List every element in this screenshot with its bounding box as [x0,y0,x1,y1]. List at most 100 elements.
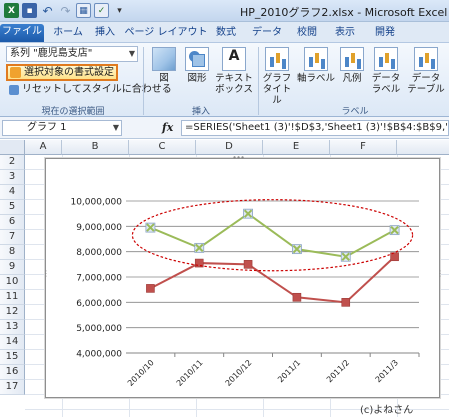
row-header[interactable]: 11 [0,290,25,305]
axis-titles-label: 軸ラベル [296,73,335,84]
quick-access-toolbar: X ▪ ↶ ↷ ▦ ✓ ▾ [4,3,127,18]
tab-formulas[interactable]: 数式 [211,25,241,42]
axis-titles-icon [304,47,328,71]
row-header[interactable]: 12 [0,305,25,320]
x-tick-label: 2010/12 [224,358,254,388]
axis-titles-button[interactable]: 軸ラベル [296,47,336,84]
column-header-a[interactable]: A [25,140,62,155]
tab-home[interactable]: ホーム [50,25,86,42]
chart-title-icon [265,47,289,71]
undo-icon[interactable]: ↶ [40,3,55,18]
chart-title-label-1: グラフ [262,73,292,84]
group-separator [258,47,259,115]
column-header-f[interactable]: F [330,140,397,155]
select-all-corner[interactable] [0,140,25,155]
series-line [150,212,396,258]
table-icon[interactable]: ▦ [76,3,91,18]
chart-area[interactable]: ∙∙∙ ⋮ ⋮ 4,000,000 5,000,000 6,000,000 7,000… [42,153,444,398]
resize-handle-top[interactable]: ∙∙∙ [232,153,245,162]
row-header[interactable]: 6 [0,215,25,230]
insert-textbox-label-1: テキスト [215,73,253,84]
format-selection-label: 選択対象の書式設定 [24,67,114,78]
title-bar: X ▪ ↶ ↷ ▦ ✓ ▾ HP_2010グラフ2.xlsx - Microso… [0,0,449,22]
ribbon-tabs: ファイル ホーム 挿入 ページ レイアウト 数式 データ 校閲 表示 開発 [0,22,449,42]
row-header[interactable]: 9 [0,260,25,275]
insert-function-icon[interactable]: fx [162,121,173,134]
data-labels-icon [374,47,398,71]
x-tick-label: 2010/10 [126,358,156,388]
data-point [292,292,302,302]
row-header[interactable]: 10 [0,275,25,290]
format-selection-icon [10,67,21,78]
row-header[interactable]: 15 [0,350,25,365]
row-header[interactable]: 2 [0,155,25,170]
insert-textbox-button[interactable]: テキスト ボックス [214,47,254,95]
format-selection-button[interactable]: 選択対象の書式設定 [6,64,118,81]
column-header-c[interactable]: C [129,140,196,155]
y-tick-label: 7,000,000 [76,274,122,284]
excel-logo-icon[interactable]: X [4,3,19,18]
column-header-b[interactable]: B [62,140,129,155]
redo-icon[interactable]: ↷ [58,3,73,18]
tab-developer[interactable]: 開発 [370,25,400,42]
data-point [341,298,351,307]
row-header[interactable]: 13 [0,320,25,335]
name-box[interactable]: グラフ 1 ▼ [2,120,122,136]
data-table-label-2: テーブル [407,84,445,95]
insert-shapes-button[interactable]: 図形 [182,47,212,84]
tab-view[interactable]: 表示 [330,25,360,42]
column-header-d[interactable]: D [196,140,263,155]
data-table-button[interactable]: データ テーブル [406,47,446,95]
row-header[interactable]: 14 [0,335,25,350]
data-labels-button[interactable]: データ ラベル [368,47,404,95]
formula-input[interactable]: =SERIES('Sheet1 (3)'!$D$3,'Sheet1 (3)'!$… [181,120,449,136]
resize-handle-left[interactable]: ⋮ [42,269,50,278]
x-tick-label: 2010/11 [175,358,205,388]
y-tick-label: 5,000,000 [76,324,122,334]
chart-title-button[interactable]: グラフ タイトル [260,47,294,106]
reset-style-icon [9,85,19,95]
group-separator [143,47,144,115]
line-chart[interactable]: 4,000,000 5,000,000 6,000,000 7,000,000 8,00… [46,159,439,397]
highlight-ellipse [131,199,414,272]
insert-shapes-label: 図形 [187,73,207,84]
tab-file[interactable]: ファイル [0,24,44,42]
legend-button[interactable]: 凡例 [338,47,366,84]
row-header[interactable]: 17 [0,380,25,395]
row-header[interactable]: 4 [0,185,25,200]
tab-insert[interactable]: 挿入 [90,25,120,42]
row-header[interactable]: 7 [0,230,25,245]
resize-handle-right[interactable]: ⋮ [436,269,444,278]
chart-element-selector-value: 系列 "鹿児島支店" [10,48,93,59]
data-point [243,260,253,269]
x-tick-label: 2011/2 [325,358,351,384]
formula-bar: グラフ 1 ▼ fx =SERIES('Sheet1 (3)'!$D$3,'Sh… [0,117,449,139]
reset-to-match-style-button[interactable]: リセットしてスタイルに合わせる [6,83,172,98]
row-header[interactable]: 3 [0,170,25,185]
customize-toolbar-icon[interactable]: ▾ [112,3,127,18]
tab-review[interactable]: 校閲 [292,25,322,42]
row-header[interactable]: 16 [0,365,25,380]
chart-element-selector[interactable]: 系列 "鹿児島支店" ▼ [6,46,138,62]
window-title: HP_2010グラフ2.xlsx - Microsoft Excel [240,6,448,19]
row-header[interactable]: 5 [0,200,25,215]
data-table-label-1: データ [411,73,441,84]
tab-page-layout[interactable]: ページ レイアウト [124,25,208,42]
chart-title-label-2: タイトル [262,84,292,106]
group-label-insert: 挿入 [191,107,210,117]
y-tick-label: 8,000,000 [76,248,122,258]
shapes-icon [185,47,209,71]
data-point [146,284,155,293]
credit-text: (c)よねさん [360,405,414,416]
row-header[interactable]: 8 [0,245,25,260]
check-icon[interactable]: ✓ [94,3,109,18]
tab-data[interactable]: データ [247,25,287,42]
data-labels-label-2: ラベル [371,84,401,95]
column-header-e[interactable]: E [263,140,330,155]
insert-picture-label: 図 [159,73,169,84]
y-tick-label: 6,000,000 [76,299,122,309]
column-header-g[interactable] [397,140,449,155]
save-icon[interactable]: ▪ [22,3,37,18]
insert-picture-button[interactable]: 図 [150,47,178,84]
name-box-value: グラフ 1 [27,122,67,133]
